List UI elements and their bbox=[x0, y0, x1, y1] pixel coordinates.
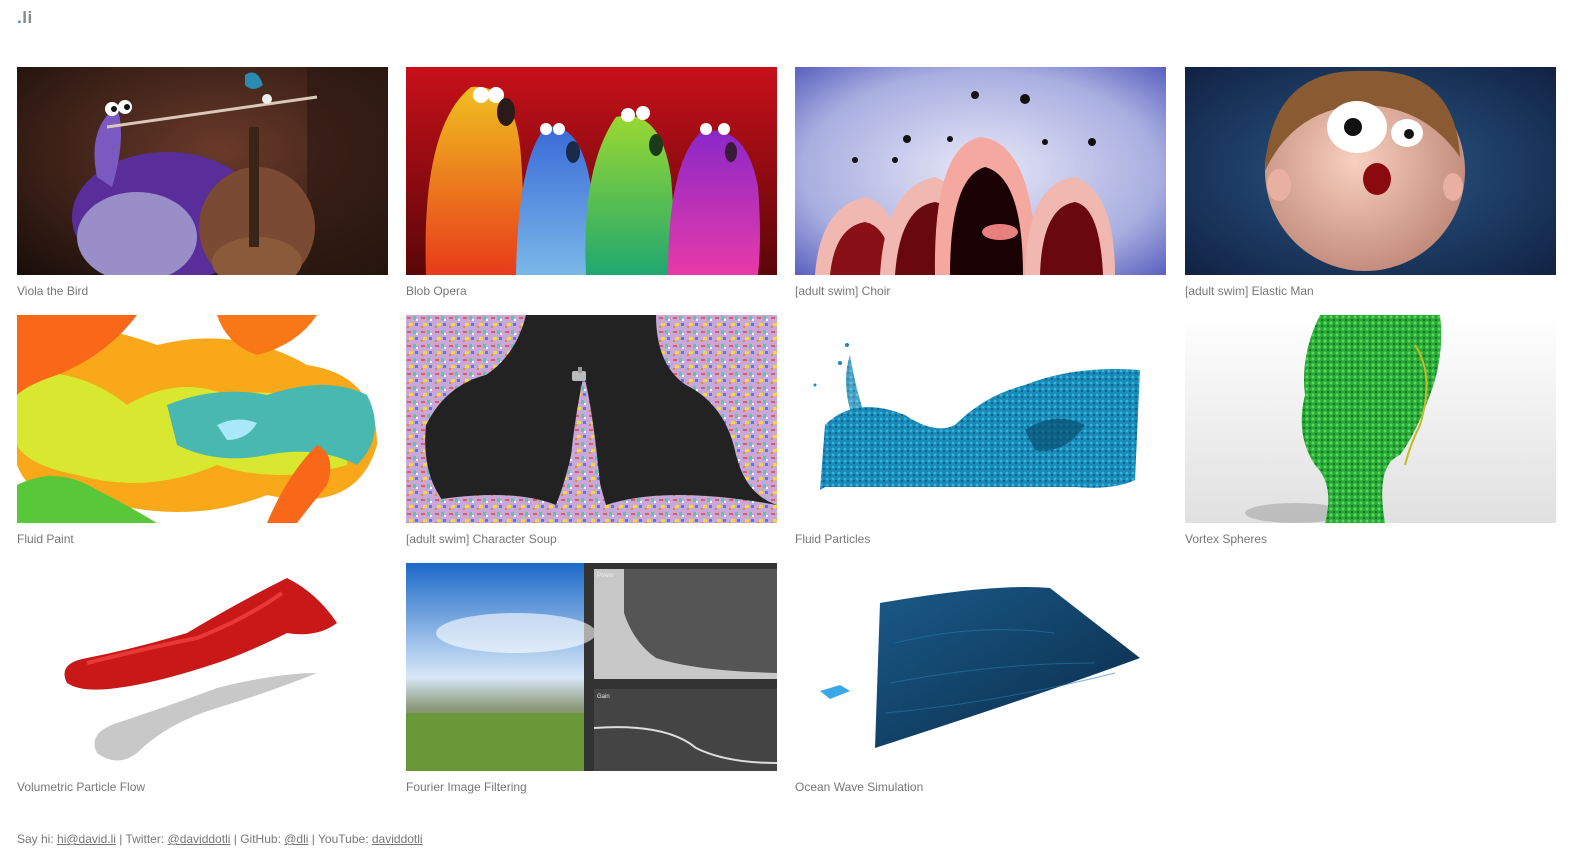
youtube-label: YouTube: bbox=[318, 832, 369, 846]
gain-panel-label: Gain bbox=[597, 694, 610, 700]
fluid-paint-image bbox=[17, 315, 388, 523]
separator: | bbox=[119, 832, 123, 846]
project-thumbnail-choir[interactable] bbox=[795, 67, 1166, 275]
vortex-spheres-image bbox=[1185, 315, 1556, 523]
character-soup-image bbox=[406, 315, 777, 523]
sayhi-label: Say hi: bbox=[17, 832, 54, 846]
logo-text: li bbox=[22, 8, 33, 27]
youtube-link[interactable]: daviddotli bbox=[372, 832, 423, 846]
project-thumbnail-character-soup[interactable] bbox=[406, 315, 777, 523]
separator: | bbox=[311, 832, 315, 846]
viola-bird-image bbox=[17, 67, 388, 275]
project-title[interactable]: [adult swim] Elastic Man bbox=[1185, 284, 1314, 298]
blob-opera-image bbox=[406, 67, 777, 275]
twitter-link[interactable]: @daviddotli bbox=[168, 832, 231, 846]
project-title[interactable]: Volumetric Particle Flow bbox=[17, 780, 145, 794]
power-panel-label: Power bbox=[597, 573, 614, 579]
project-title[interactable]: [adult swim] Choir bbox=[795, 284, 890, 298]
separator: | bbox=[233, 832, 237, 846]
project-title[interactable]: Fluid Paint bbox=[17, 532, 74, 546]
project-title[interactable]: Vortex Spheres bbox=[1185, 532, 1267, 546]
project-title[interactable]: Fourier Image Filtering bbox=[406, 780, 527, 794]
volumetric-flow-image bbox=[17, 563, 388, 771]
project-title[interactable]: Ocean Wave Simulation bbox=[795, 780, 923, 794]
ocean-wave-image bbox=[795, 563, 1166, 771]
project-thumbnail-fluid-paint[interactable] bbox=[17, 315, 388, 523]
github-label: GitHub: bbox=[240, 832, 281, 846]
github-link[interactable]: @dli bbox=[284, 832, 308, 846]
footer-contact: Say hi: hi@david.li | Twitter: @daviddot… bbox=[17, 832, 423, 846]
project-thumbnail-blob-opera[interactable] bbox=[406, 67, 777, 275]
site-logo[interactable]: .li bbox=[17, 8, 33, 28]
project-title[interactable]: Viola the Bird bbox=[17, 284, 88, 298]
project-thumbnail-elastic-man[interactable] bbox=[1185, 67, 1556, 275]
choir-image bbox=[795, 67, 1166, 275]
project-thumbnail-ocean-wave-simulation[interactable] bbox=[795, 563, 1166, 771]
twitter-label: Twitter: bbox=[125, 832, 165, 846]
project-title[interactable]: Blob Opera bbox=[406, 284, 467, 298]
project-thumbnail-volumetric-particle-flow[interactable] bbox=[17, 563, 388, 771]
project-thumbnail-vortex-spheres[interactable] bbox=[1185, 315, 1556, 523]
project-thumbnail-fluid-particles[interactable] bbox=[795, 315, 1166, 523]
elastic-man-image bbox=[1185, 67, 1556, 275]
fourier-filter-image: Power Gain bbox=[406, 563, 777, 771]
project-thumbnail-viola-the-bird[interactable] bbox=[17, 67, 388, 275]
project-thumbnail-fourier-image-filtering[interactable]: Power Gain bbox=[406, 563, 777, 771]
email-link[interactable]: hi@david.li bbox=[57, 832, 116, 846]
project-title[interactable]: Fluid Particles bbox=[795, 532, 870, 546]
fluid-particles-image bbox=[795, 315, 1166, 523]
project-title[interactable]: [adult swim] Character Soup bbox=[406, 532, 557, 546]
